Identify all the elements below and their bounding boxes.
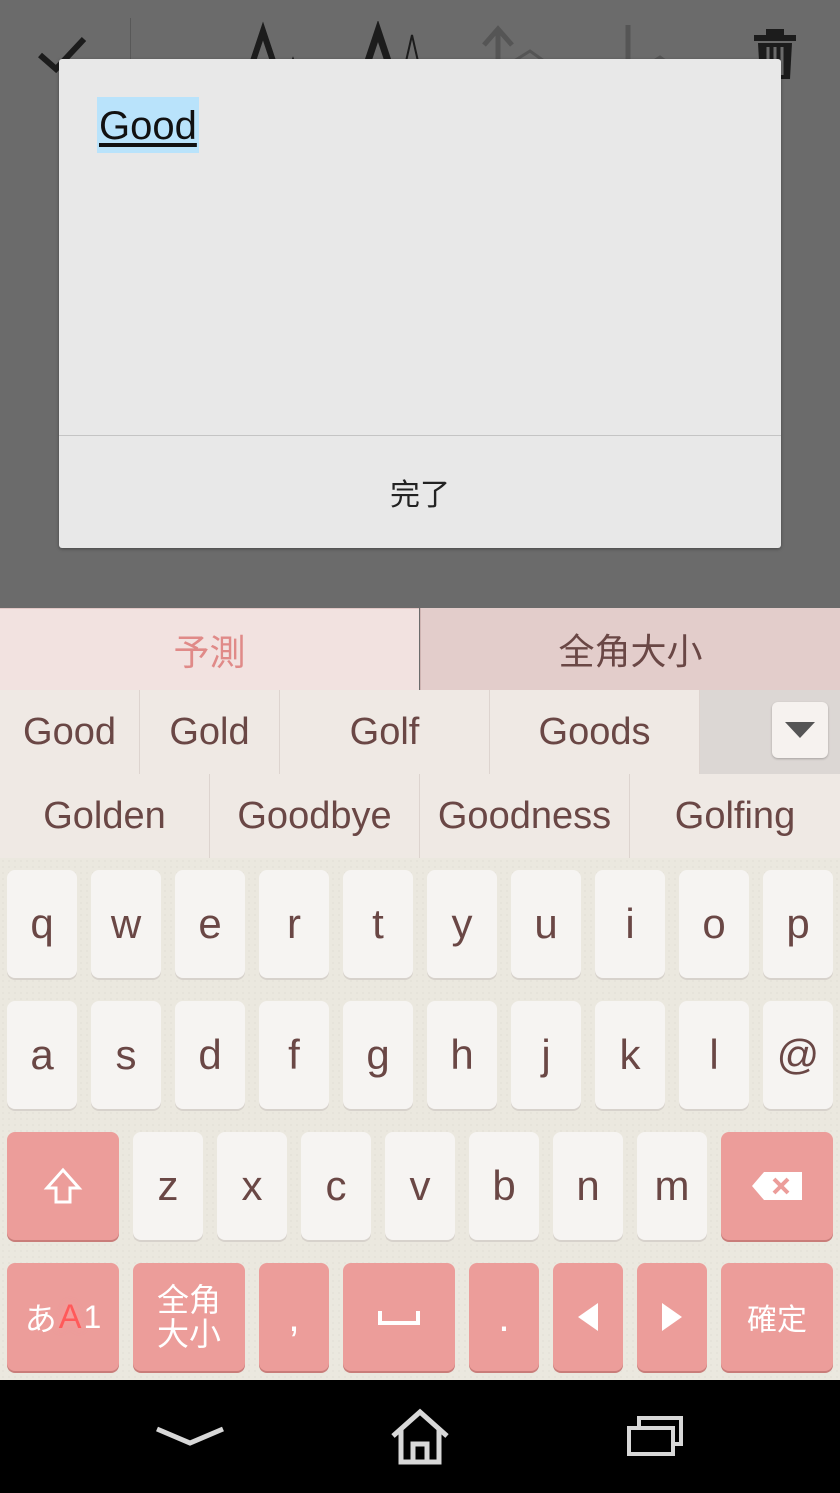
expand-candidates-button[interactable]	[772, 702, 828, 758]
key-t[interactable]: t	[343, 870, 413, 978]
zenkaku-label-bottom: 大小	[156, 1316, 221, 1352]
space-bar-icon	[378, 1311, 420, 1325]
key-x[interactable]: x	[217, 1132, 287, 1240]
candidate-item[interactable]: Gold	[140, 690, 280, 774]
text-edit-dialog: Good 完了	[59, 59, 781, 548]
done-button[interactable]: 完了	[59, 436, 781, 548]
key-q[interactable]: q	[7, 870, 77, 978]
backspace-key[interactable]	[721, 1132, 833, 1240]
key-r[interactable]: r	[259, 870, 329, 978]
mode-hiragana-label: あ	[24, 1301, 57, 1337]
cursor-left-key[interactable]	[553, 1263, 623, 1371]
key-s[interactable]: s	[91, 1001, 161, 1109]
system-nav-bar	[0, 1380, 840, 1493]
key-u[interactable]: u	[511, 870, 581, 978]
candidate-item[interactable]: Golden	[0, 774, 210, 858]
key-y[interactable]: y	[427, 870, 497, 978]
input-mode-key[interactable]: あ A 1	[7, 1263, 119, 1371]
key-v[interactable]: v	[385, 1132, 455, 1240]
key-o[interactable]: o	[679, 870, 749, 978]
key-h[interactable]: h	[427, 1001, 497, 1109]
key-k[interactable]: k	[595, 1001, 665, 1109]
key-a[interactable]: a	[7, 1001, 77, 1109]
confirm-key[interactable]: 確定	[721, 1263, 833, 1371]
key-p[interactable]: p	[763, 870, 833, 978]
key-g[interactable]: g	[343, 1001, 413, 1109]
cursor-right-key[interactable]	[637, 1263, 707, 1371]
candidate-item[interactable]: Goods	[490, 690, 700, 774]
period-key[interactable]: .	[469, 1263, 539, 1371]
backspace-icon	[752, 1172, 802, 1200]
key-c[interactable]: c	[301, 1132, 371, 1240]
mode-alpha-label: A	[58, 1297, 82, 1336]
candidate-item[interactable]: Golf	[280, 690, 490, 774]
shift-key[interactable]	[7, 1132, 119, 1240]
recents-icon	[627, 1416, 683, 1456]
tab-prediction[interactable]: 予測	[0, 608, 419, 690]
key-f[interactable]: f	[259, 1001, 329, 1109]
mode-number-label: 1	[83, 1298, 102, 1335]
home-icon	[391, 1408, 449, 1465]
back-button[interactable]	[140, 1400, 240, 1472]
zenkaku-key[interactable]: 全角 大小	[133, 1263, 245, 1371]
shift-arrow-icon	[43, 1167, 83, 1204]
key-e[interactable]: e	[175, 870, 245, 978]
space-key[interactable]	[343, 1263, 455, 1371]
key-l[interactable]: l	[679, 1001, 749, 1109]
key-b[interactable]: b	[469, 1132, 539, 1240]
caret-right-icon	[662, 1303, 682, 1331]
caret-left-icon	[578, 1303, 598, 1331]
candidate-item[interactable]: Good	[0, 690, 140, 774]
home-button[interactable]	[370, 1400, 470, 1472]
candidate-row-1: Good Gold Golf Goods	[0, 690, 840, 774]
chevron-down-icon	[785, 722, 815, 738]
key-n[interactable]: n	[553, 1132, 623, 1240]
key-z[interactable]: z	[133, 1132, 203, 1240]
candidate-item[interactable]: Goodbye	[210, 774, 420, 858]
key-w[interactable]: w	[91, 870, 161, 978]
zenkaku-label-top: 全角	[156, 1282, 221, 1318]
key-m[interactable]: m	[637, 1132, 707, 1240]
candidate-item[interactable]: Goodness	[420, 774, 630, 858]
dialog-text-input[interactable]: Good	[97, 97, 199, 153]
key-at[interactable]: @	[763, 1001, 833, 1109]
back-icon	[156, 1426, 224, 1446]
recents-button[interactable]	[605, 1400, 705, 1472]
tab-zenkaku-case[interactable]: 全角大小	[420, 608, 840, 690]
keyboard-keys: q w e r t y u i o p a s d f g h j k l @ …	[0, 858, 840, 1380]
candidate-row-2: Golden Goodbye Goodness Golfing	[0, 774, 840, 858]
key-j[interactable]: j	[511, 1001, 581, 1109]
key-i[interactable]: i	[595, 870, 665, 978]
candidate-item[interactable]: Golfing	[630, 774, 840, 858]
keyboard-tab-bar: 予測 全角大小	[0, 608, 840, 690]
key-d[interactable]: d	[175, 1001, 245, 1109]
comma-key[interactable]: ,	[259, 1263, 329, 1371]
